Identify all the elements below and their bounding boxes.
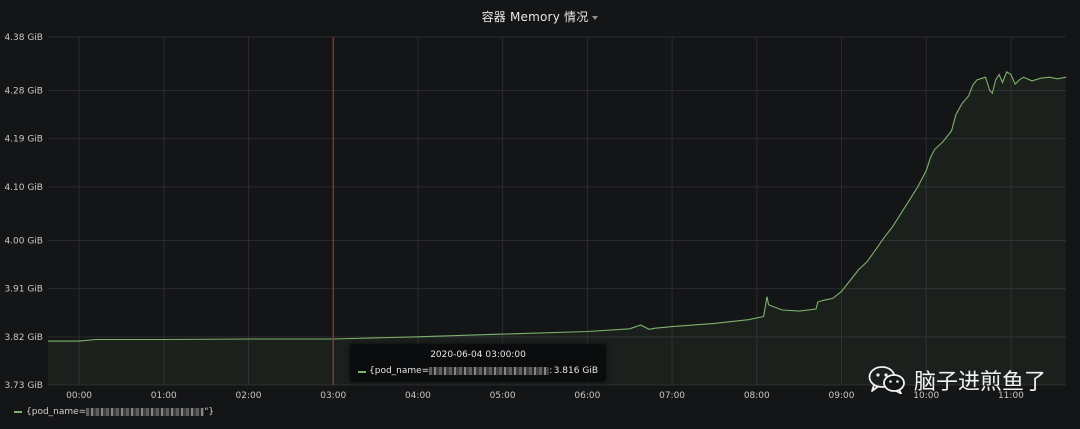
y-tick-label: 4.28 GiB xyxy=(4,87,43,97)
x-tick-label: 07:00 xyxy=(659,391,685,401)
y-tick-label: 4.19 GiB xyxy=(4,135,43,145)
tooltip-series-row: {pod_name=: 3.816 GiB xyxy=(358,366,602,378)
y-tick-label: 4.00 GiB xyxy=(4,236,43,246)
x-tick-label: 01:00 xyxy=(151,391,177,401)
y-axis: 3.73 GiB 3.82 GiB 3.91 GiB 4.00 GiB 4.10 GiB… xyxy=(4,33,43,391)
y-tick-label: 3.82 GiB xyxy=(4,333,43,343)
x-tick-label: 03:00 xyxy=(320,391,346,401)
tooltip-time: 2020-06-04 03:00:00 xyxy=(430,350,526,360)
series-color-swatch xyxy=(358,371,366,373)
legend-suffix[interactable]: "} xyxy=(204,407,214,417)
x-tick-label: 08:00 xyxy=(744,391,770,401)
legend-prefix[interactable]: {pod_name= xyxy=(26,407,86,417)
hover-tooltip: 2020-06-04 03:00:00 {pod_name=: 3.816 Gi… xyxy=(350,344,606,382)
tooltip-series-name: {pod_name=: xyxy=(369,366,552,376)
series-area xyxy=(48,71,1066,386)
tooltip-value: 3.816 GiB xyxy=(553,366,598,376)
redacted-pod-name xyxy=(429,366,550,375)
x-tick-label: 04:00 xyxy=(405,391,431,401)
x-tick-label: 09:00 xyxy=(829,391,855,401)
watermark: 脑子进煎鱼了 xyxy=(868,362,1046,398)
x-tick-label: 02:00 xyxy=(236,391,262,401)
y-tick-label: 4.38 GiB xyxy=(4,33,43,43)
y-tick-label: 3.91 GiB xyxy=(4,285,43,295)
y-tick-label: 3.73 GiB xyxy=(4,381,43,391)
tooltip-series-prefix: {pod_name= xyxy=(369,366,430,376)
y-tick-label: 4.10 GiB xyxy=(4,183,43,193)
wechat-icon xyxy=(868,366,905,394)
x-tick-label: 05:00 xyxy=(490,391,516,401)
legend-color-swatch[interactable] xyxy=(14,410,22,413)
tooltip-series-suffix: : xyxy=(549,366,553,376)
redacted-pod-name xyxy=(86,407,205,416)
watermark-text: 脑子进煎鱼了 xyxy=(913,370,1046,395)
x-tick-label: 00:00 xyxy=(66,391,92,401)
x-tick-label: 06:00 xyxy=(574,391,600,401)
graph-panel: 容器 Memory 情况 3.73 GiB 3.82 GiB 3.91 GiB 4.0… xyxy=(0,0,1080,429)
legend-item[interactable]: {pod_name= "} xyxy=(14,407,214,419)
